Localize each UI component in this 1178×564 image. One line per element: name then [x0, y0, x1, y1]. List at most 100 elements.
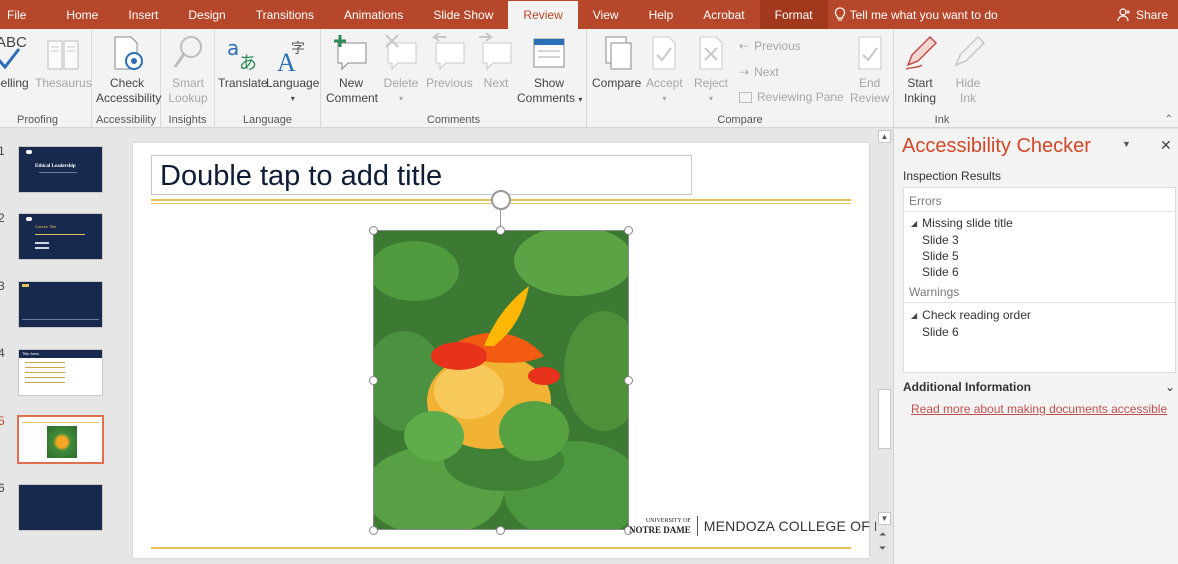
- inspection-results-list: Errors ◢ Missing slide title Slide 3 Sli…: [903, 187, 1176, 373]
- vertical-scrollbar[interactable]: ▲ ▼ ⏶ ⏷: [876, 129, 893, 564]
- slide-thumbnail-pane: 1 Ethical Leadership 2 Course Title 3 4 …: [0, 129, 122, 564]
- collapse-ribbon-icon[interactable]: ⌃: [1165, 114, 1173, 125]
- check-accessibility-button[interactable]: Check Accessibility: [96, 33, 161, 106]
- issue-missing-slide-title[interactable]: ◢ Missing slide title: [911, 216, 1013, 230]
- spelling-button[interactable]: ABC pelling: [0, 33, 29, 91]
- next-comment-icon: [479, 33, 512, 71]
- collapse-triangle-icon[interactable]: ◢: [911, 311, 917, 320]
- error-slide-item[interactable]: Slide 6: [922, 265, 959, 279]
- slide-thumbnail-3[interactable]: [18, 281, 103, 328]
- pane-options-icon[interactable]: ▼: [1122, 139, 1131, 149]
- end-review-button[interactable]: End Review: [850, 33, 889, 106]
- tab-home[interactable]: Home: [41, 0, 113, 29]
- scroll-thumb[interactable]: [878, 389, 891, 449]
- reject-button[interactable]: Reject ▾: [694, 33, 728, 106]
- slide-thumbnail-1[interactable]: Ethical Leadership: [18, 146, 103, 193]
- next-slide-icon[interactable]: ⏷: [879, 543, 886, 554]
- tell-me-search[interactable]: Tell me what you want to do: [828, 0, 998, 29]
- resize-handle[interactable]: [369, 226, 378, 235]
- thumb-number: 4: [0, 346, 5, 360]
- resize-handle[interactable]: [369, 526, 378, 535]
- compare-icon: [605, 36, 632, 70]
- resize-handle[interactable]: [369, 376, 378, 385]
- show-comments-icon: [533, 38, 565, 68]
- close-icon[interactable]: ✕: [1160, 137, 1172, 154]
- group-label-ink: Ink: [934, 114, 950, 126]
- scroll-down-icon[interactable]: ▼: [878, 512, 891, 525]
- resize-handle[interactable]: [624, 376, 633, 385]
- scroll-up-icon[interactable]: ▲: [878, 130, 891, 143]
- reject-icon: [699, 36, 723, 70]
- show-comments-button[interactable]: Show Comments ▾: [517, 33, 582, 107]
- slide-canvas: Double tap to add title UNIVERSITY OF NO…: [133, 143, 946, 558]
- arrow-right-icon: ⇢: [739, 65, 750, 79]
- title-placeholder[interactable]: Double tap to add title: [151, 155, 692, 195]
- chevron-down-icon: ⌄: [1164, 380, 1175, 394]
- hide-ink-button[interactable]: Hide Ink: [950, 33, 986, 106]
- start-inking-button[interactable]: Start Inking: [902, 33, 938, 106]
- translate-icon: aあ: [227, 36, 257, 73]
- tab-insert[interactable]: Insert: [113, 0, 173, 29]
- translate-button[interactable]: aあ Translate: [218, 33, 268, 91]
- previous-slide-icon[interactable]: ⏶: [879, 529, 886, 540]
- tab-file[interactable]: File: [0, 0, 41, 29]
- pane-icon: [739, 91, 752, 103]
- error-slide-item[interactable]: Slide 5: [922, 249, 959, 263]
- language-button[interactable]: A字 Language ▾: [266, 33, 319, 106]
- rotate-handle-icon[interactable]: [491, 190, 511, 210]
- slide-thumbnail-2[interactable]: Course Title: [18, 213, 103, 260]
- tab-slide-show[interactable]: Slide Show: [418, 0, 508, 29]
- thumbnail-picture: [47, 426, 77, 458]
- previous-comment-icon: [431, 33, 465, 71]
- new-comment-icon: [334, 35, 367, 71]
- new-comment-button[interactable]: New Comment: [326, 33, 378, 106]
- book-icon: [47, 40, 79, 70]
- thesaurus-button[interactable]: Thesaurus: [35, 33, 92, 91]
- svg-text:あ: あ: [239, 53, 257, 73]
- delete-comment-icon: [385, 34, 417, 71]
- reviewing-pane-button[interactable]: Reviewing Pane: [739, 90, 844, 104]
- tab-help[interactable]: Help: [634, 0, 689, 29]
- ribbon-tab-bar: File Home Insert Design Transitions Anim…: [0, 0, 1178, 29]
- tab-acrobat[interactable]: Acrobat: [688, 0, 759, 29]
- tab-animations[interactable]: Animations: [329, 0, 418, 29]
- slide-editing-area: Double tap to add title UNIVERSITY OF NO…: [122, 129, 946, 564]
- tab-transitions[interactable]: Transitions: [241, 0, 329, 29]
- group-compare: Compare Accept ▾ Reject ▾ ⇠ Previous ⇢ Nex…: [587, 29, 894, 128]
- tab-view[interactable]: View: [578, 0, 634, 29]
- tell-me-text: Tell me what you want to do: [849, 7, 998, 22]
- previous-comment-button[interactable]: Previous: [426, 33, 473, 91]
- duckling-picture[interactable]: [373, 230, 629, 530]
- thumb-number: 6: [0, 481, 5, 495]
- person-add-icon: [1117, 7, 1130, 21]
- resize-handle[interactable]: [624, 226, 633, 235]
- slide-thumbnail-4[interactable]: Title Area: [18, 349, 103, 396]
- read-more-link[interactable]: Read more about making documents accessi…: [911, 402, 1167, 416]
- slide-thumbnail-5[interactable]: [17, 415, 104, 464]
- additional-information-header[interactable]: Additional Information ⌄: [903, 380, 1175, 394]
- compare-button[interactable]: Compare: [592, 33, 641, 91]
- tab-design[interactable]: Design: [173, 0, 240, 29]
- share-button[interactable]: Share: [1117, 0, 1178, 29]
- svg-text:字: 字: [291, 41, 305, 57]
- issue-check-reading-order[interactable]: ◢ Check reading order: [911, 308, 1031, 322]
- tab-format[interactable]: Format: [759, 0, 828, 29]
- resize-handle[interactable]: [496, 526, 505, 535]
- delete-comment-button[interactable]: Delete ▾: [382, 33, 420, 106]
- divider: [904, 211, 1175, 212]
- collapse-triangle-icon[interactable]: ◢: [911, 219, 917, 228]
- smart-lookup-button[interactable]: Smart Lookup: [167, 33, 209, 106]
- tab-review[interactable]: Review: [508, 1, 578, 29]
- next-change-button[interactable]: ⇢ Next: [739, 65, 779, 79]
- previous-change-button[interactable]: ⇠ Previous: [739, 39, 801, 53]
- error-slide-item[interactable]: Slide 3: [922, 233, 959, 247]
- thumb-number: 5: [0, 414, 5, 428]
- resize-handle[interactable]: [496, 226, 505, 235]
- accept-button[interactable]: Accept ▾: [646, 33, 683, 106]
- group-label-comments: Comments: [426, 114, 481, 126]
- slide-thumbnail-6[interactable]: [18, 484, 103, 531]
- group-accessibility: Check Accessibility Accessibility: [92, 29, 161, 128]
- warning-slide-item[interactable]: Slide 6: [922, 325, 959, 339]
- next-comment-button[interactable]: Next: [477, 33, 515, 91]
- svg-text:a: a: [227, 36, 239, 60]
